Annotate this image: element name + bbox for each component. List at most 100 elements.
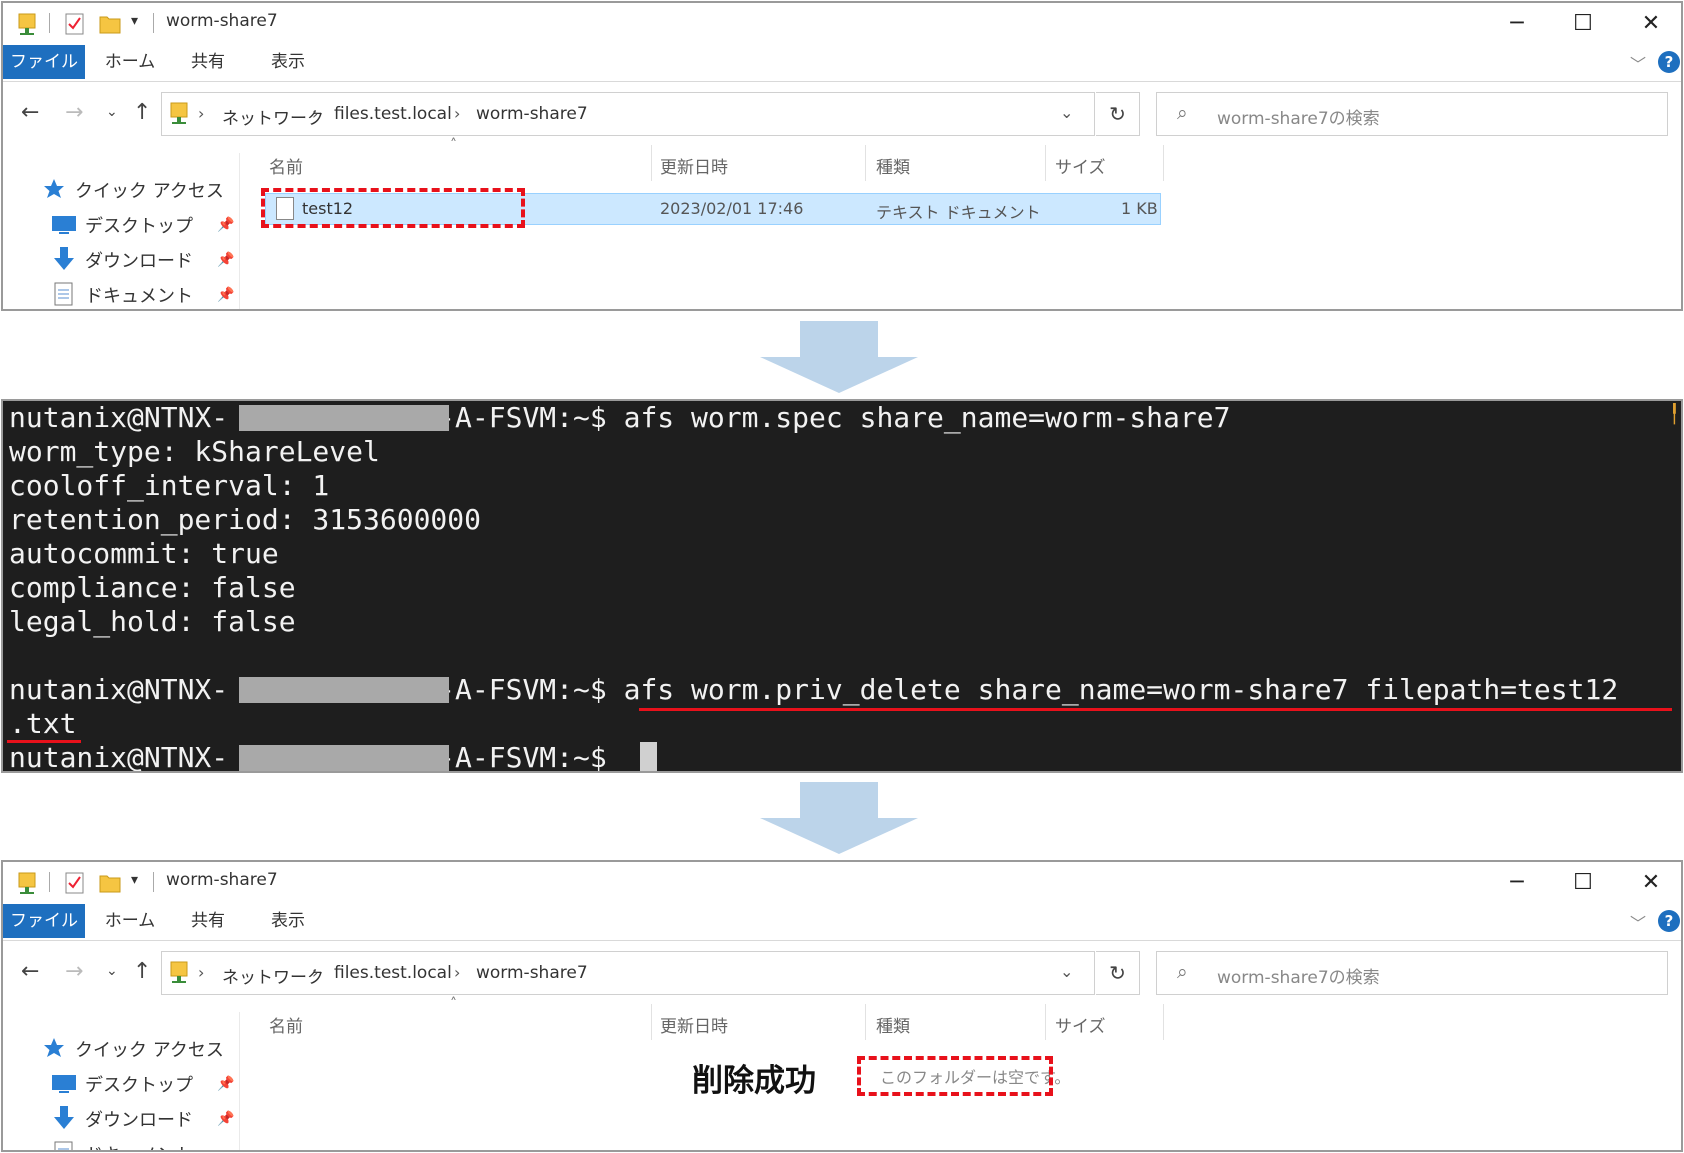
ribbon: ファイル ホーム 共有 表示 ﹀ ?	[3, 904, 1681, 940]
explorer-window-before: ▾ worm-share7 ─ ☐ ✕ ファイル ホーム 共有 表示 ﹀ ? ←…	[1, 1, 1683, 311]
customize-quick-access-icon[interactable]: ▾	[131, 872, 138, 888]
recent-locations-icon[interactable]: ⌄	[106, 963, 118, 979]
column-header-size[interactable]: サイズ	[1055, 1012, 1106, 1037]
pin-icon[interactable]: 📌	[217, 1076, 234, 1092]
download-icon	[54, 247, 74, 270]
sidebar-label: クイック アクセス	[75, 181, 224, 202]
column-header-name[interactable]: 名前	[269, 153, 303, 178]
file-type: テキスト ドキュメント	[876, 203, 1041, 222]
star-icon	[44, 1038, 64, 1057]
network-folder-icon[interactable]	[17, 12, 37, 36]
navigation-bar: ← → ⌄ ↑ › ネットワーク › files.test.local › wo…	[3, 946, 1681, 1000]
tab-file[interactable]: ファイル	[3, 904, 85, 938]
help-icon[interactable]: ?	[1658, 910, 1680, 932]
address-dropdown-icon[interactable]: ⌄	[1060, 103, 1073, 122]
tab-share[interactable]: 共有	[178, 904, 238, 938]
help-icon[interactable]: ?	[1658, 51, 1680, 73]
sidebar-label: クイック アクセス	[75, 1040, 224, 1061]
explorer-window-after: ▾ worm-share7 ─ ☐ ✕ ファイル ホーム 共有 表示 ﹀ ? ←…	[1, 860, 1683, 1152]
tab-file[interactable]: ファイル	[3, 45, 85, 79]
tab-home[interactable]: ホーム	[95, 45, 165, 79]
column-header-modified[interactable]: 更新日時	[660, 1012, 728, 1037]
address-bar[interactable]: › ネットワーク › files.test.local › worm-share…	[161, 951, 1095, 995]
breadcrumb-files-test-local[interactable]: files.test.local	[334, 963, 452, 983]
network-folder-icon[interactable]	[17, 871, 37, 895]
minimize-button[interactable]: ─	[1487, 5, 1547, 41]
maximize-button[interactable]: ☐	[1553, 864, 1613, 900]
sidebar-label: デスクトップ	[85, 1075, 193, 1096]
window-title: worm-share7	[166, 11, 278, 31]
maximize-button[interactable]: ☐	[1553, 5, 1613, 41]
redacted-hostname	[239, 405, 449, 431]
window-title: worm-share7	[166, 870, 278, 890]
delete-success-label: 削除成功	[692, 1063, 816, 1099]
document-icon	[54, 282, 73, 306]
sidebar-label: デスクトップ	[85, 216, 193, 237]
terminal-line-cmd1: nutanix@NTNX- -A-FSVM:~$ afs worm.spec sh…	[9, 401, 1231, 434]
column-header-modified[interactable]: 更新日時	[660, 153, 728, 178]
sidebar-label: ダウンロード	[85, 1110, 193, 1131]
scroll-indicator-icon: ╿	[1669, 404, 1680, 425]
command-underline	[639, 708, 1672, 711]
search-input[interactable]: ⌕ worm-share7の検索	[1156, 951, 1668, 995]
redacted-hostname	[239, 677, 449, 703]
highlight-empty-message	[857, 1056, 1053, 1096]
recent-locations-icon[interactable]: ⌄	[106, 104, 118, 120]
new-folder-icon[interactable]	[99, 12, 121, 34]
back-arrow-icon[interactable]: ←	[21, 959, 39, 984]
tab-home[interactable]: ホーム	[95, 904, 165, 938]
pin-icon[interactable]: 📌	[217, 1111, 234, 1127]
pin-icon[interactable]: 📌	[217, 287, 234, 303]
breadcrumb-files-test-local[interactable]: files.test.local	[334, 104, 452, 124]
properties-icon[interactable]	[65, 12, 85, 36]
column-header-size[interactable]: サイズ	[1055, 153, 1106, 178]
address-dropdown-icon[interactable]: ⌄	[1060, 962, 1073, 981]
up-arrow-icon[interactable]: ↑	[133, 959, 151, 984]
breadcrumb-worm-share7[interactable]: worm-share7	[476, 963, 588, 983]
file-modified: 2023/02/01 17:46	[660, 199, 804, 218]
forward-arrow-icon[interactable]: →	[65, 959, 83, 984]
star-icon	[44, 179, 64, 198]
highlight-target-file	[261, 188, 525, 228]
minimize-button[interactable]: ─	[1487, 864, 1547, 900]
search-placeholder: worm-share7の検索	[1217, 968, 1380, 988]
terminal-line-cmd2-continued: .txt	[9, 707, 77, 740]
search-icon: ⌕	[1177, 961, 1188, 983]
pin-icon[interactable]: 📌	[217, 217, 234, 233]
close-button[interactable]: ✕	[1621, 864, 1681, 900]
tab-view[interactable]: 表示	[258, 45, 318, 79]
tab-view[interactable]: 表示	[258, 904, 318, 938]
breadcrumb-worm-share7[interactable]: worm-share7	[476, 104, 588, 124]
breadcrumb-chevron-icon: ›	[454, 963, 461, 982]
breadcrumb-network[interactable]: ネットワーク	[222, 963, 324, 988]
column-header-type[interactable]: 種類	[876, 1012, 910, 1037]
sort-ascending-icon: ˄	[450, 996, 457, 1012]
desktop-icon	[52, 1075, 76, 1093]
properties-icon[interactable]	[65, 871, 85, 895]
refresh-icon[interactable]: ↻	[1096, 92, 1140, 136]
refresh-icon[interactable]: ↻	[1096, 951, 1140, 995]
breadcrumb-chevron-icon: ›	[198, 104, 205, 123]
up-arrow-icon[interactable]: ↑	[133, 100, 151, 125]
search-input[interactable]: ⌕ worm-share7の検索	[1156, 92, 1668, 136]
file-size: 1 KB	[1121, 199, 1158, 218]
expand-ribbon-icon[interactable]: ﹀	[1630, 51, 1646, 75]
expand-ribbon-icon[interactable]: ﹀	[1630, 910, 1646, 934]
search-icon: ⌕	[1177, 102, 1188, 124]
back-arrow-icon[interactable]: ←	[21, 100, 39, 125]
address-bar[interactable]: › ネットワーク › files.test.local › worm-share…	[161, 92, 1095, 136]
new-folder-icon[interactable]	[99, 871, 121, 893]
terminal-output-line: retention_period: 3153600000	[9, 503, 482, 536]
pin-icon[interactable]: 📌	[217, 252, 234, 268]
terminal-window[interactable]: ╿ nutanix@NTNX- -A-FSVM:~$ afs worm.spec …	[1, 399, 1683, 773]
breadcrumb-network[interactable]: ネットワーク	[222, 104, 324, 129]
redacted-hostname	[239, 745, 449, 771]
sidebar-label: ダウンロード	[85, 251, 193, 272]
title-bar: ▾ worm-share7 ─ ☐ ✕	[3, 3, 1681, 43]
tab-share[interactable]: 共有	[178, 45, 238, 79]
close-button[interactable]: ✕	[1621, 5, 1681, 41]
customize-quick-access-icon[interactable]: ▾	[131, 13, 138, 29]
forward-arrow-icon[interactable]: →	[65, 100, 83, 125]
column-header-name[interactable]: 名前	[269, 1012, 303, 1037]
column-header-type[interactable]: 種類	[876, 153, 910, 178]
